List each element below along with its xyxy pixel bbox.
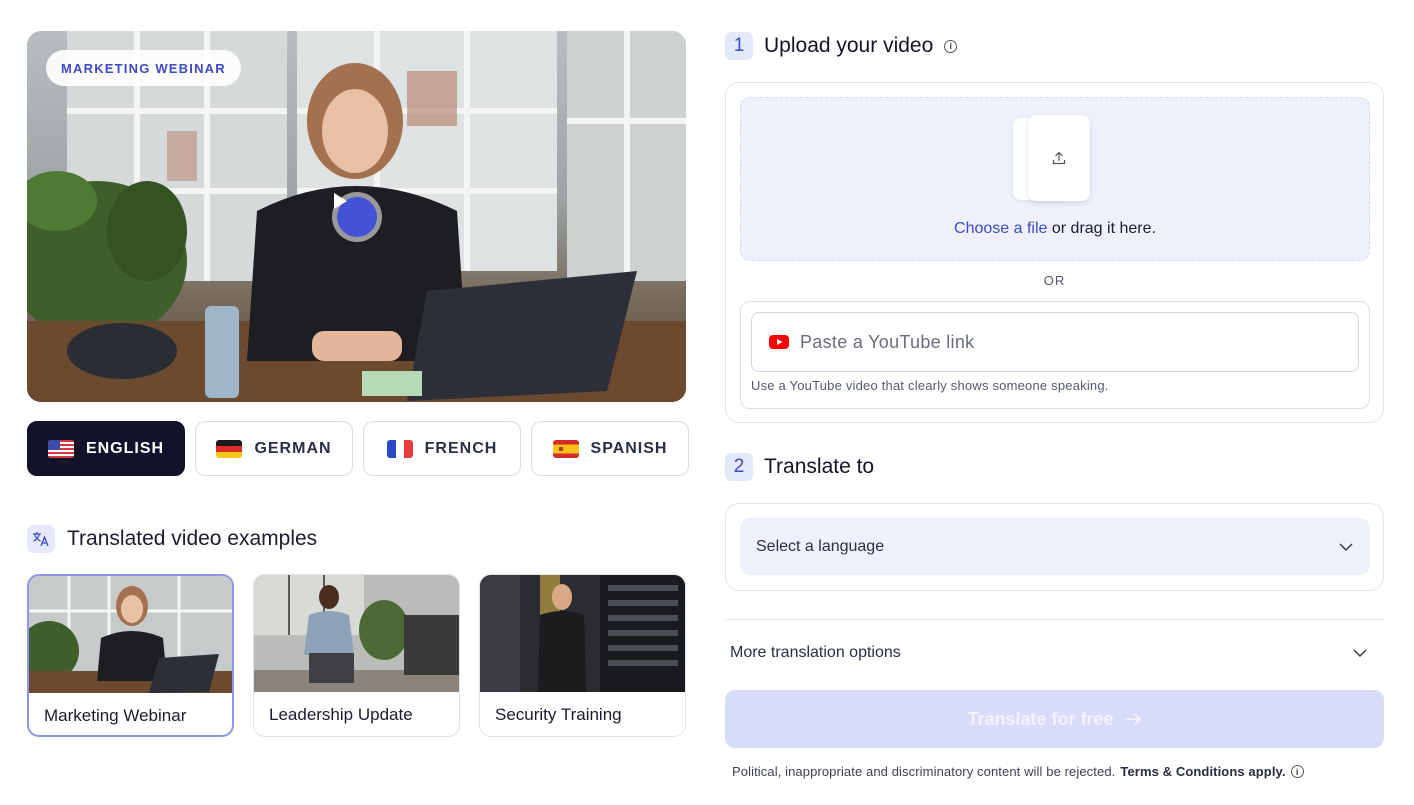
example-label: Security Training (495, 705, 622, 724)
step-1-header: 1 Upload your video i (725, 32, 958, 60)
upload-file-icon (1028, 115, 1090, 201)
play-button[interactable] (332, 192, 382, 242)
example-card-leadership-update[interactable]: Leadership Update (253, 574, 460, 737)
example-thumbnail (254, 575, 459, 692)
more-translation-options[interactable]: More translation options (725, 634, 1384, 672)
language-button-spanish[interactable]: SPANISH (531, 421, 689, 476)
language-button-french[interactable]: FRENCH (363, 421, 521, 476)
step-number: 2 (725, 453, 753, 481)
example-thumbnail (480, 575, 685, 692)
dropzone-text: Choose a file or drag it here. (741, 220, 1369, 238)
language-label: GERMAN (254, 439, 332, 457)
translate-button[interactable]: Translate for free (725, 690, 1384, 748)
example-label: Leadership Update (269, 705, 413, 724)
de-flag-icon (216, 439, 243, 458)
language-panel: Select a language (725, 503, 1384, 591)
hero-video-preview[interactable]: MARKETING WEBINAR (27, 31, 686, 402)
disclaimer: Political, inappropriate and discriminat… (732, 764, 1304, 779)
example-thumbnail (29, 576, 232, 693)
example-cards: Marketing Webinar Leadership Update Secu… (27, 574, 686, 737)
youtube-icon (769, 335, 789, 349)
language-select-placeholder: Select a language (756, 537, 885, 555)
us-flag-icon (47, 439, 74, 458)
language-label: SPANISH (590, 439, 668, 457)
fr-flag-icon (386, 439, 413, 458)
choose-file-link[interactable]: Choose a file (954, 220, 1047, 237)
examples-title: Translated video examples (67, 527, 318, 550)
chevron-down-icon (1353, 649, 1367, 657)
step-title: Upload your video (764, 34, 934, 57)
example-label: Marketing Webinar (44, 706, 187, 725)
upload-panel: Choose a file or drag it here. OR Use a … (725, 82, 1384, 423)
section-divider (725, 619, 1384, 620)
es-flag-icon (552, 439, 579, 458)
language-select[interactable]: Select a language (740, 518, 1370, 575)
info-icon[interactable]: i (944, 39, 958, 53)
example-card-marketing-webinar[interactable]: Marketing Webinar (27, 574, 234, 737)
language-button-german[interactable]: GERMAN (195, 421, 353, 476)
translate-button-label: Translate for free (967, 708, 1114, 729)
examples-header: Translated video examples (27, 525, 317, 553)
upload-icon (1052, 151, 1066, 165)
arrow-right-icon (1124, 712, 1141, 726)
language-selector: ENGLISH GERMAN FRENCH SPANISH (27, 421, 689, 476)
file-dropzone[interactable]: Choose a file or drag it here. (740, 97, 1370, 261)
example-card-security-training[interactable]: Security Training (479, 574, 686, 737)
or-divider: OR (1043, 273, 1066, 288)
step-number: 1 (725, 32, 753, 60)
chevron-down-icon (1339, 543, 1353, 551)
terms-link[interactable]: Terms & Conditions apply. (1120, 764, 1285, 779)
youtube-input-wrapper (751, 312, 1359, 372)
hero-tag: MARKETING WEBINAR (46, 50, 241, 86)
step-title: Translate to (764, 455, 875, 478)
play-icon (334, 193, 347, 209)
youtube-hint: Use a YouTube video that clearly shows s… (751, 378, 1109, 393)
more-options-label: More translation options (730, 644, 901, 661)
dropzone-instruction: or drag it here. (1047, 220, 1156, 237)
youtube-link-box: Use a YouTube video that clearly shows s… (740, 301, 1370, 409)
language-label: ENGLISH (85, 439, 165, 457)
language-label: FRENCH (424, 439, 498, 457)
youtube-link-input[interactable] (800, 331, 1320, 353)
language-button-english[interactable]: ENGLISH (27, 421, 185, 476)
disclaimer-text: Political, inappropriate and discriminat… (732, 764, 1116, 779)
translate-icon (27, 525, 55, 553)
step-2-header: 2 Translate to (725, 453, 874, 481)
info-icon[interactable]: i (1290, 765, 1304, 778)
